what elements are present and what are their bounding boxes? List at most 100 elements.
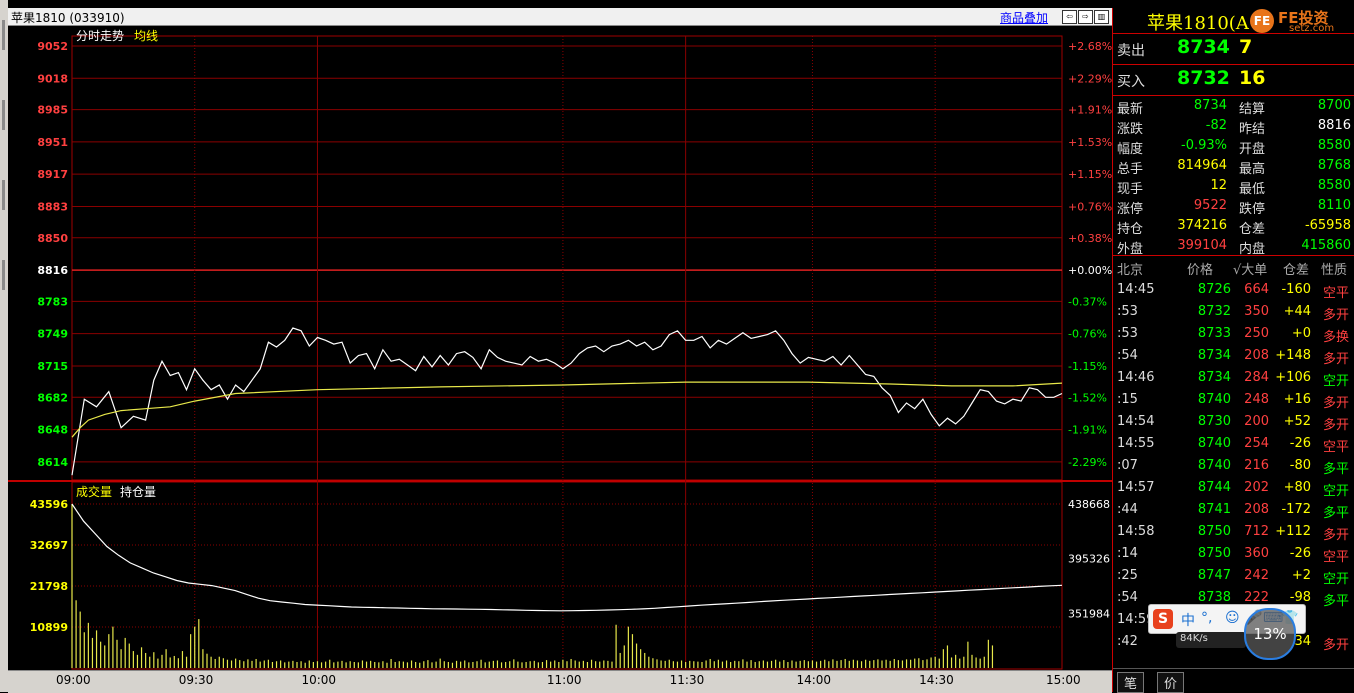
percent-axis-label: +1.53% [1068,136,1112,149]
tick-oi-change: -160 [1281,282,1311,297]
tick-row[interactable]: :14 8750 360 -26 空平 [1113,542,1354,565]
intraday-chart-svg[interactable]: 9052 +2.68% 9018 +2.29% 8985 +1.91% 8951 +1.53%… [8,26,1112,670]
price-axis-label: 8783 [37,295,68,308]
tick-row[interactable]: 14:57 8744 202 +80 空开 [1113,476,1354,499]
overlay-link[interactable]: 商品叠加 [1000,9,1048,26]
tick-nature: 多平 [1322,594,1349,609]
brand-logo-icon: FE [1250,9,1274,33]
time-axis-label: 10:00 [301,673,337,687]
tick-header-time: 北京 [1117,263,1144,278]
left-tab-3[interactable] [2,180,5,210]
contract-title: 苹果1810 (033910) [11,11,125,25]
open-interest-line [71,503,1063,612]
quote-panel: 苹果1810(A FE FE投资 setz.com 卖出 8734 7 买入 8… [1112,8,1354,693]
tick-row[interactable]: 14:45 8726 664 -160 空平 [1113,278,1354,301]
tick-nature: 空开 [1322,374,1349,389]
tick-oi-change: -80 [1289,458,1311,473]
quote-header: 苹果1810(A FE FE投资 setz.com [1113,8,1354,34]
tick-time: :54 [1117,348,1138,363]
tick-oi-change: -98 [1289,590,1311,605]
cpu-gauge[interactable]: 13% [1244,608,1296,660]
chart-area[interactable]: 9052 +2.68% 9018 +2.29% 8985 +1.91% 8951 +1.53%… [8,26,1112,670]
tab-price[interactable]: 价 [1157,672,1185,693]
tick-time: :54 [1117,590,1138,605]
tick-row[interactable]: 14:54 8730 200 +52 多开 [1113,410,1354,433]
tick-price: 8734 [1197,348,1231,363]
left-toolbar-strip [0,0,8,692]
tick-time: :53 [1117,326,1138,341]
volume-axis-label: 43596 [30,498,69,511]
layout-icon[interactable]: ▥ [1094,10,1109,24]
price-axis-label: 8648 [37,424,68,437]
tick-row[interactable]: :44 8741 208 -172 多平 [1113,498,1354,521]
tab-trades[interactable]: 笔 [1117,672,1145,693]
stat-label: 最低 [1239,182,1266,197]
percent-axis-label: +2.29% [1068,72,1112,85]
ime-punctuation[interactable]: °, [1201,610,1212,626]
tick-oi-change: -172 [1281,502,1311,517]
stat-label: 现手 [1117,182,1144,197]
tick-volume: 200 [1244,414,1269,429]
volume-panel-frame [71,481,1063,670]
stat-row: 总手 814964 最高 8768 [1113,156,1354,177]
left-tab-4[interactable] [2,260,5,290]
tick-row[interactable]: :54 8734 208 +148 多开 [1113,344,1354,367]
tick-oi-change: +44 [1283,304,1311,319]
quote-stats: 最新 8734 结算 8700 涨跌 -82 昨结 8816 幅度 -0.93% 开盘 8580 总手 8… [1113,96,1354,257]
tick-row[interactable]: 14:58 8750 712 +112 多开 [1113,520,1354,543]
tick-volume: 208 [1244,502,1269,517]
stat-label: 开盘 [1239,142,1266,157]
time-axis-label: 15:00 [1046,673,1081,687]
price-panel-frame [71,35,1063,481]
price-axis-label: 8951 [37,136,68,149]
tick-nature: 多开 [1322,352,1349,367]
ime-mode-chinese[interactable]: 中 [1181,610,1195,630]
stat-value: 8580 [1317,178,1351,193]
stat-row: 外盘 399104 内盘 415860 [1113,236,1354,257]
tick-header-nature: 性质 [1321,263,1348,278]
stat-value: 8816 [1317,118,1351,133]
time-axis-label: 09:00 [56,673,91,687]
tick-row[interactable]: :07 8740 216 -80 多平 [1113,454,1354,477]
next-icon[interactable]: ⇨ [1078,10,1093,24]
stat-row: 持仓 374216 仓差 -65958 [1113,216,1354,237]
sogou-s-icon[interactable]: S [1153,609,1173,629]
time-axis-label: 14:30 [919,673,954,687]
tick-nature: 空开 [1322,572,1349,587]
tick-row[interactable]: 14:46 8734 284 +106 空开 [1113,366,1354,389]
stat-value: 8580 [1317,138,1351,153]
stat-label: 涨跌 [1117,122,1144,137]
tick-row[interactable]: :25 8747 242 +2 空开 [1113,564,1354,587]
left-tab-2[interactable] [2,100,5,130]
stat-value: -82 [1205,118,1227,133]
tick-row[interactable]: :53 8733 250 +0 多换 [1113,322,1354,345]
bid-volume: 16 [1239,67,1266,89]
prev-icon[interactable]: ⇦ [1062,10,1077,24]
price-axis-label: 8715 [37,360,68,373]
left-tab-1[interactable] [2,20,5,50]
tick-nature: 空平 [1322,286,1349,301]
tick-oi-change: +16 [1283,392,1311,407]
stat-value: 415860 [1301,238,1351,253]
tick-price: 8740 [1197,392,1231,407]
emoji-icon[interactable]: ☺ [1225,610,1240,626]
tick-row[interactable]: 14:55 8740 254 -26 空平 [1113,432,1354,455]
stat-label: 持仓 [1117,222,1144,237]
tick-list[interactable]: 北京 价格 √大单 仓差 性质 14:45 8726 664 -160 空平:53 873… [1113,255,1354,653]
average-legend: 均线 [134,29,158,43]
percent-axis-label: +0.00% [1068,264,1112,277]
tick-row[interactable]: :53 8732 350 +44 多开 [1113,300,1354,323]
stat-value: 8768 [1317,158,1351,173]
percent-axis-label: -1.52% [1068,391,1107,404]
tick-time: 14:55 [1117,436,1155,451]
tick-nature: 多平 [1322,462,1349,477]
stat-value: -0.93% [1181,138,1227,153]
tick-row[interactable]: :15 8740 248 +16 多开 [1113,388,1354,411]
tick-nature: 空平 [1322,550,1349,565]
percent-axis-label: -0.37% [1068,295,1107,308]
tick-volume: 250 [1244,326,1269,341]
stat-label: 最高 [1239,162,1266,177]
percent-axis-label: -1.91% [1068,424,1107,437]
tick-time: :15 [1117,392,1138,407]
time-axis-bar: 09:00 09:30 10:00 11:00 11:30 14:00 14:30 15:00 [8,670,1112,693]
